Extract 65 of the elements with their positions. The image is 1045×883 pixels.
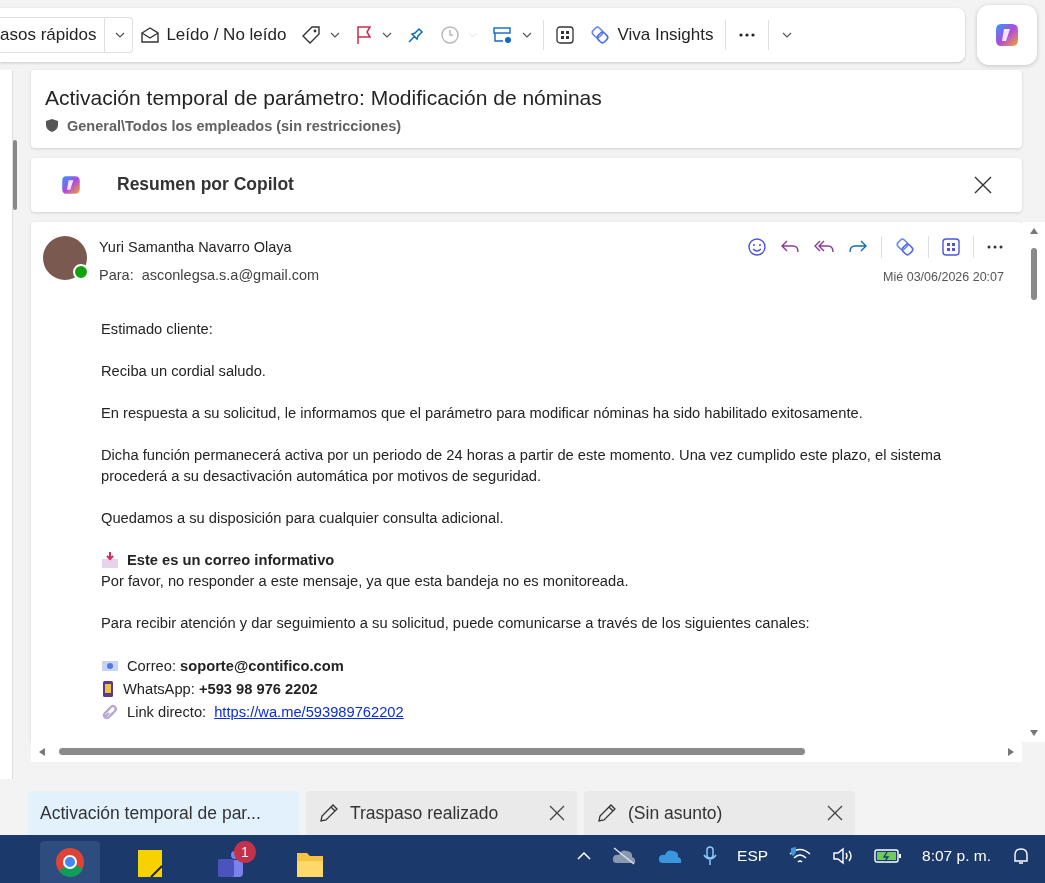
shield-icon: [45, 118, 59, 134]
viva-button[interactable]: Viva Insights: [582, 16, 721, 53]
scroll-up-icon[interactable]: [1029, 227, 1038, 234]
body-paragraph: Reciba un cordial saludo.: [101, 361, 267, 381]
diamond-icon[interactable]: [894, 235, 916, 258]
notification-badge: 1: [234, 841, 256, 864]
close-icon[interactable]: [549, 805, 565, 822]
cloud-off-icon[interactable]: [611, 847, 638, 866]
language-indicator[interactable]: ESP: [737, 847, 769, 866]
message-tab[interactable]: Activación temporal de par...: [28, 791, 299, 836]
notice-title: Este es un correo informativo: [127, 550, 335, 570]
chain-link-icon: [101, 703, 119, 722]
copilot-summary-card[interactable]: Resumen por Copilot: [31, 157, 1022, 212]
scroll-right-icon[interactable]: [1008, 747, 1014, 756]
whatsapp-link[interactable]: https://wa.me/593989762202: [214, 701, 404, 723]
message-tab[interactable]: Traspaso realizado: [306, 791, 577, 836]
notification-bell-icon[interactable]: [1011, 846, 1031, 867]
pencil-icon: [596, 802, 618, 825]
copilot-summary-title: Resumen por Copilot: [117, 174, 295, 196]
close-icon[interactable]: [827, 805, 843, 822]
teams-app-button[interactable]: 1: [200, 841, 260, 883]
sent-date: Mié 03/06/2026 20:07: [883, 269, 1004, 284]
apps-icon[interactable]: [941, 236, 961, 257]
smiley-icon[interactable]: [747, 236, 767, 257]
copilot-button[interactable]: [977, 4, 1037, 65]
vertical-scrollbar[interactable]: [1022, 221, 1045, 742]
sticky-note-icon: [135, 847, 165, 878]
notice-text: Por favor, no responder a este mensaje, ya que esta bandeja no es monitoreada.: [101, 571, 630, 591]
to-label: Para:: [99, 266, 134, 283]
pencil-icon: [318, 802, 340, 825]
chevron-down-icon: [382, 31, 393, 38]
presence-icon: [73, 263, 89, 280]
message-tab[interactable]: (Sin asunto): [584, 791, 855, 836]
speaker-icon[interactable]: [832, 847, 855, 866]
chevron-down-icon: [522, 31, 533, 38]
clock-time[interactable]: 8:07 p. m.: [922, 847, 991, 866]
inbox-tray-icon: [101, 551, 119, 569]
body-paragraph: Estimado cliente:: [101, 319, 214, 339]
chevron-down-icon: [115, 31, 126, 38]
recipient-address[interactable]: asconlegsa.s.a@gmail.com: [141, 266, 320, 283]
more-icon[interactable]: [986, 243, 1004, 250]
sender-name[interactable]: Yuri Samantha Navarro Olaya: [99, 238, 747, 255]
phone-icon: [101, 680, 115, 699]
contact-line: Correo: soporte@contifico.com: [127, 656, 344, 676]
read-button[interactable]: Leído / No leído: [133, 16, 294, 53]
close-icon[interactable]: [974, 175, 992, 194]
chevron-up-icon[interactable]: [577, 852, 592, 861]
scroll-down-icon[interactable]: [1029, 729, 1038, 736]
browser-app-button[interactable]: [40, 841, 100, 883]
battery-icon[interactable]: [874, 848, 903, 865]
body-paragraph: Quedamos a su disposición para cualquier consulta adicional.: [101, 508, 505, 528]
quick-steps-button[interactable]: asos rápidos: [0, 16, 134, 53]
subject-title: Activación temporal de parámetro: Modificación de nóminas: [45, 85, 603, 110]
browser-icon: [55, 847, 85, 878]
scroll-left-icon[interactable]: [39, 747, 45, 756]
contact-label: Link directo:: [127, 702, 207, 722]
body-paragraph: Para recibir atención y dar seguimiento a su solicitud, puede comunicarse a través de los siguientes canales:: [101, 613, 811, 633]
horizontal-scrollbar[interactable]: [31, 741, 1022, 762]
body-paragraph: En respuesta a su solicitud, le informamos que el parámetro para modificar nóminas ha sido habilitado exitosamente.: [101, 403, 864, 423]
email-icon: [101, 659, 119, 674]
chevron-down-icon: [330, 31, 341, 38]
body-paragraph: Dicha función permanecerá activa por un periodo de 24 horas a partir de este momento. Una vez cumplido este plazo, el sistema procederá a su desactivación automática por motivos de seguridad.: [101, 445, 943, 486]
contact-line: WhatsApp: +593 98 976 2202: [123, 679, 318, 699]
microphone-icon[interactable]: [703, 846, 718, 867]
sensitivity-label: General\Todos los empleados (sin restricciones): [67, 117, 402, 134]
